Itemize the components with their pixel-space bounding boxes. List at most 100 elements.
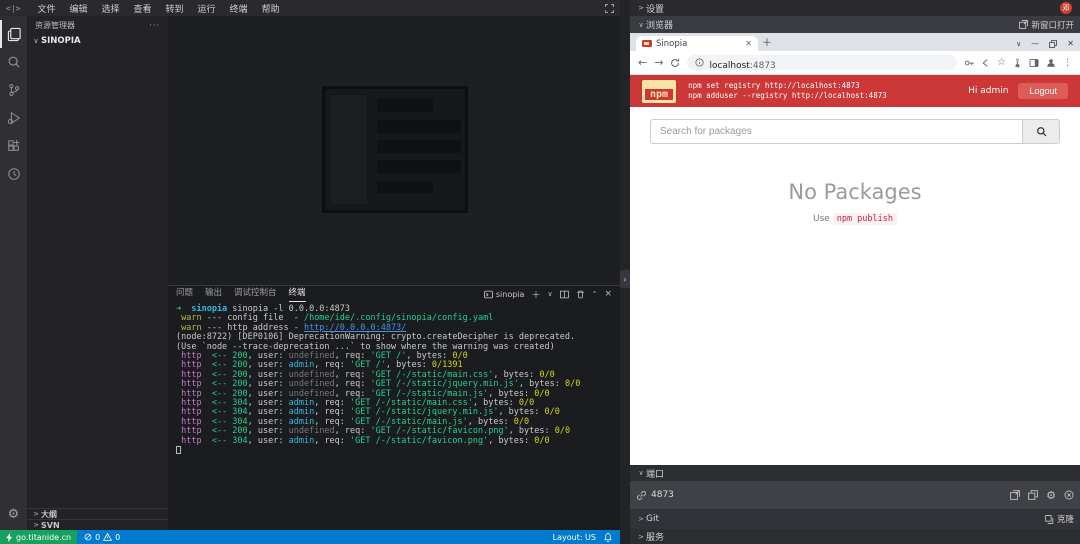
hint-prefix: Use — [813, 214, 830, 224]
right-panel: > 设置 邓 ∨ 浏览器 新窗口打开 Sinopia ✕ ＋ ∨ — ✕ — [630, 0, 1080, 544]
npm-set-registry-command: npm set registry http://localhost:4873 — [688, 81, 887, 91]
svn-label: SVN — [41, 521, 60, 530]
remote-indicator[interactable]: go.titanide.cn — [0, 530, 77, 544]
logout-button[interactable]: Logout — [1018, 83, 1068, 99]
restore-window-icon[interactable] — [1049, 40, 1057, 48]
status-bar: go.titanide.cn 0 0 Layout: US — [0, 530, 620, 544]
port-number: 4873 — [651, 490, 674, 500]
search-input[interactable] — [650, 119, 1022, 144]
back-icon[interactable]: ← — [638, 56, 647, 69]
browser-dropdown-icon[interactable]: ∨ — [1016, 40, 1021, 48]
settings-gear-icon[interactable]: ⚙ — [0, 502, 27, 526]
terminal-line: http <-- 304, user: admin, req: 'GET /-/… — [176, 437, 612, 446]
menu-转到[interactable]: 转到 — [159, 2, 191, 15]
url-port: :4873 — [750, 61, 776, 71]
assistant-plugin-icon[interactable] — [0, 160, 27, 188]
run-debug-icon[interactable] — [0, 104, 27, 132]
search-icon[interactable] — [0, 48, 27, 76]
menu-查看[interactable]: 查看 — [127, 2, 159, 15]
password-key-icon[interactable] — [964, 58, 974, 68]
folder-row-sinopia[interactable]: ∨ SINOPIA — [27, 34, 168, 48]
menu-编辑[interactable]: 编辑 — [62, 2, 94, 15]
terminal-dropdown-icon[interactable]: ∨ — [547, 290, 552, 298]
close-panel-icon[interactable]: × — [604, 289, 612, 299]
port-row-4873[interactable]: 4873 ⚙ — [630, 481, 1080, 509]
panel-header: 问题输出调试控制台终端 sinopia ＋ ∨ — [168, 286, 620, 302]
clone-label: 克隆 — [1057, 513, 1074, 525]
problems-indicator[interactable]: 0 0 — [77, 533, 127, 542]
editor-area[interactable] — [168, 16, 620, 285]
site-info-icon[interactable] — [695, 58, 704, 67]
panel-tab-问题[interactable]: 问题 — [176, 286, 193, 302]
new-terminal-icon[interactable]: ＋ — [531, 288, 540, 301]
forward-icon[interactable]: → — [654, 56, 663, 69]
bookmark-star-icon[interactable]: ☆ — [997, 57, 1006, 68]
greeting-label: Hi admin — [968, 86, 1008, 96]
browser-tab-sinopia[interactable]: Sinopia ✕ — [636, 36, 758, 51]
ports-section-header[interactable]: ∨ 端口 — [630, 465, 1080, 481]
menu-运行[interactable]: 运行 — [191, 2, 223, 15]
kill-terminal-trash-icon[interactable] — [576, 290, 585, 299]
menu-终端[interactable]: 终端 — [223, 2, 255, 15]
ide-window: <|> 文件编辑选择查看转到运行终端帮助 ⚙ — [0, 0, 620, 544]
open-in-browser-icon[interactable] — [1010, 490, 1020, 500]
menu-选择[interactable]: 选择 — [94, 2, 126, 15]
app-logo-icon: <|> — [6, 4, 20, 13]
port-settings-gear-icon[interactable]: ⚙ — [1046, 490, 1056, 501]
close-window-icon[interactable]: ✕ — [1067, 39, 1074, 48]
panel-collapse-handle[interactable]: › — [620, 270, 630, 288]
new-tab-icon[interactable]: ＋ — [758, 34, 776, 49]
browser-menu-kebab-icon[interactable]: ⋮ — [1063, 58, 1072, 68]
clone-icon — [1045, 515, 1054, 524]
notifications-bell-icon[interactable] — [604, 533, 612, 542]
search-button[interactable] — [1022, 119, 1060, 144]
git-clone-button[interactable]: 克隆 — [1045, 513, 1074, 525]
user-avatar[interactable]: 邓 — [1060, 2, 1072, 14]
menu-bar: 文件编辑选择查看转到运行终端帮助 — [30, 2, 286, 15]
terminal-line — [176, 446, 612, 455]
profile-avatar-icon[interactable] — [1046, 58, 1056, 68]
chevron-down-icon: ∨ — [636, 21, 646, 29]
close-tab-icon[interactable]: ✕ — [745, 39, 752, 48]
git-section-header[interactable]: > Git 克隆 — [630, 509, 1080, 529]
chevron-right-icon: > — [31, 521, 41, 529]
keyboard-layout-label[interactable]: Layout: US — [553, 533, 596, 542]
terminal-process-selector[interactable]: sinopia — [484, 290, 525, 299]
browser-section-header[interactable]: ∨ 浏览器 新窗口打开 — [630, 16, 1080, 33]
outline-section[interactable]: > 大纲 — [27, 508, 168, 519]
panel-tab-输出[interactable]: 输出 — [205, 286, 222, 302]
warning-count: 0 — [115, 533, 120, 542]
menu-帮助[interactable]: 帮助 — [255, 2, 287, 15]
reload-icon[interactable] — [670, 58, 680, 68]
panel-tab-终端[interactable]: 终端 — [289, 286, 306, 302]
stop-forward-icon[interactable] — [1064, 490, 1074, 500]
menu-文件[interactable]: 文件 — [30, 2, 62, 15]
address-bar[interactable]: localhost:4873 — [687, 55, 957, 70]
side-panel-icon[interactable] — [1029, 58, 1039, 68]
svn-section[interactable]: > SVN — [27, 519, 168, 530]
extension-flask-icon[interactable] — [1013, 58, 1022, 68]
preview-split-icon[interactable] — [1028, 490, 1038, 500]
source-control-icon[interactable] — [0, 76, 27, 104]
explorer-icon[interactable] — [0, 20, 27, 48]
npm-adduser-command: npm adduser --registry http://localhost:… — [688, 91, 887, 101]
folder-label: SINOPIA — [41, 36, 81, 46]
terminal-output[interactable]: ➜ sinopia sinopia -l 0.0.0.0:4873 warn -… — [168, 302, 620, 530]
settings-section-header[interactable]: > 设置 邓 — [630, 0, 1080, 16]
fullscreen-icon[interactable] — [605, 4, 614, 13]
maximize-panel-icon[interactable]: ⌃ — [592, 290, 598, 298]
open-new-window-button[interactable]: 新窗口打开 — [1019, 19, 1074, 31]
share-icon[interactable] — [981, 58, 990, 68]
error-count: 0 — [95, 533, 100, 542]
outline-label: 大纲 — [41, 509, 57, 520]
browser-label: 浏览器 — [646, 18, 673, 31]
chevron-right-icon: > — [636, 515, 646, 523]
panel-tab-调试控制台[interactable]: 调试控制台 — [234, 286, 277, 302]
split-divider[interactable]: › — [620, 0, 630, 544]
extensions-icon[interactable] — [0, 132, 27, 160]
services-section-header[interactable]: > 服务 — [630, 529, 1080, 544]
npm-registry-header: npm npm set registry http://localhost:48… — [630, 75, 1080, 107]
minimize-icon[interactable]: — — [1031, 39, 1039, 48]
split-terminal-icon[interactable] — [560, 290, 569, 299]
more-actions-icon[interactable]: ··· — [149, 21, 160, 30]
